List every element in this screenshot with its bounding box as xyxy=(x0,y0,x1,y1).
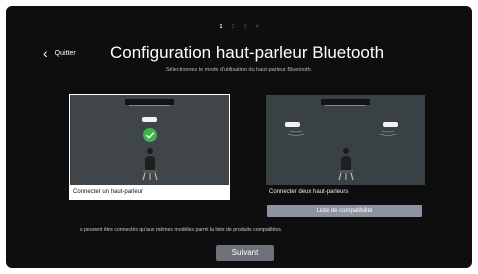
compatibility-list-button[interactable]: Liste de compatibilité xyxy=(267,205,422,217)
tv-icon xyxy=(125,99,174,105)
page-subtitle: Sélectionnez le mode d'utilisation du ha… xyxy=(165,67,313,73)
chair-leg-right xyxy=(350,172,354,181)
sound-wave-left-2 xyxy=(287,133,305,136)
two-speakers-illustration xyxy=(266,95,425,185)
check-icon xyxy=(143,128,157,142)
speaker-icon xyxy=(142,117,157,122)
option-one-label: Connecter un haut-parleur xyxy=(70,185,229,199)
sound-wave-right xyxy=(381,130,395,133)
sound-wave-left xyxy=(289,130,303,133)
back-button[interactable]: ‹ Quitter xyxy=(43,46,76,60)
tv-light xyxy=(129,105,170,106)
option-one-speaker[interactable]: Connecter un haut-parleur xyxy=(69,94,230,200)
person-head xyxy=(343,148,349,154)
compatibility-note: s peuvent être connectés qu'aux mêmes mo… xyxy=(80,227,283,233)
chair-seat xyxy=(339,170,353,173)
two-speakers-graphic xyxy=(285,99,398,181)
tv-icon xyxy=(321,99,370,105)
tv-screen: 1 2 3 4 ‹ Quitter Configuration haut-parleu… xyxy=(6,6,472,268)
speaker-left-icon xyxy=(285,122,300,127)
option-two-label: Connecter deux haut-parleurs xyxy=(266,185,425,199)
chair-leg-right xyxy=(154,172,158,181)
step-2: 2 xyxy=(231,24,235,30)
back-label: Quitter xyxy=(54,49,76,57)
chevron-left-icon: ‹ xyxy=(43,45,48,61)
chair-seat xyxy=(143,170,157,173)
person-head xyxy=(147,148,153,154)
tv-light xyxy=(325,105,366,106)
speaker-right-icon xyxy=(383,122,398,127)
page-title: Configuration haut-parleur Bluetooth xyxy=(110,43,385,62)
sound-wave-right-2 xyxy=(379,133,397,136)
one-speaker-illustration xyxy=(70,95,229,185)
step-4: 4 xyxy=(255,24,259,30)
chair-leg-left xyxy=(338,172,342,181)
step-3: 3 xyxy=(243,24,247,30)
chair-leg-left xyxy=(142,172,146,181)
one-speaker-graphic xyxy=(125,99,174,181)
step-indicator: 1 2 3 4 xyxy=(6,24,472,30)
option-two-speakers[interactable]: Connecter deux haut-parleurs xyxy=(266,95,425,199)
next-button[interactable]: Suivant xyxy=(216,245,274,261)
step-1: 1 xyxy=(219,24,223,30)
